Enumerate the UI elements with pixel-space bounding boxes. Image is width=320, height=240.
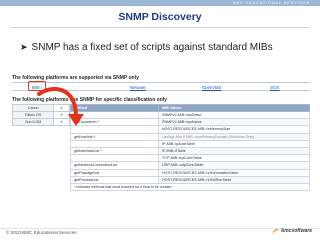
mib-cell: LanMgr-Mib-II-MIB::domPrimaryDomain (Win…	[158, 132, 310, 141]
table-row: HOST-RESOURCES-MIB::hrMemorySize	[70, 125, 310, 134]
mib-table: Method MIB Values SNMPv2-MIB::sysDescr g…	[70, 104, 310, 192]
method-cell: getProcessList	[70, 175, 159, 184]
column-header-mib: MIB Values	[158, 104, 310, 112]
mib-cell: IP-MIB::ipAddrTable	[158, 139, 310, 148]
arrow-bullet-icon: ➤	[20, 42, 28, 52]
mib-cell: HOST-RESOURCES-MIB::hrSWRunTable	[158, 175, 310, 184]
red-arrow-icon	[37, 87, 84, 126]
logo-text: bmcsoftware	[281, 228, 312, 234]
bullet-point: ➤ SNMP has a fixed set of scripts against…	[20, 42, 273, 56]
table-row: * indicates methods that must succeed fo…	[70, 182, 310, 192]
table-row: getNetworkConnectionList UDP-MIB::udpConn…	[70, 161, 310, 170]
mib-cell: TCP-MIB::tcpConnTable	[158, 154, 310, 163]
table-row: getInterfaceList * IF-MIB::ifTable	[70, 146, 310, 156]
mib-cell: HOST-RESOURCES-MIB::hrMemorySize	[158, 125, 310, 134]
bullet-text: SNMP has a fixed set of scripts against …	[31, 42, 273, 53]
tab-openvms[interactable]: OpenVMS	[202, 85, 221, 90]
copyright-text: © 2010 BMC Educational Services	[6, 230, 77, 235]
table-row: getDeviceInfo * SNMPv2-MIB::sysName	[70, 118, 310, 127]
bmc-logo: bmcsoftware	[271, 226, 312, 236]
header-band: BMC EDUCATIONAL SERVICES	[0, 0, 320, 6]
bmc-logo-icon	[272, 228, 280, 234]
table-row: getPackageList HOST-RESOURCES-MIB::hrSWIn…	[70, 168, 310, 177]
tab-zos[interactable]: z/OS	[270, 85, 279, 90]
mib-cell: SNMPv2-MIB::sysDescr	[158, 110, 310, 120]
page-title: SNMP Discovery	[118, 11, 202, 23]
method-cell	[70, 139, 159, 148]
table-footnote: * indicates methods that must succeed fo…	[70, 182, 310, 192]
method-cell: getInterfaceList *	[70, 146, 159, 156]
table-row: SNMPv2-MIB::sysDescr	[70, 110, 310, 120]
title-divider	[10, 27, 310, 28]
method-cell: getNetworkConnectionList	[70, 161, 159, 170]
method-cell: getPackageList	[70, 168, 159, 177]
method-cell	[70, 154, 159, 163]
tab-netware[interactable]: Netware	[130, 85, 146, 90]
brand-text: BMC EDUCATIONAL SERVICES	[232, 1, 310, 5]
table-row: getHostInfo * LanMgr-Mib-II-MIB::domPrima…	[70, 132, 310, 141]
mib-cell: UDP-MIB::udpConnTable	[158, 161, 310, 170]
mib-cell: HOST-RESOURCES-MIB::hrSWInstalledTable	[158, 168, 310, 177]
mib-cell: IF-MIB::ifTable	[158, 146, 310, 156]
table-row: getProcessList HOST-RESOURCES-MIB::hrSWRu…	[70, 175, 310, 184]
table-row: IP-MIB::ipAddrTable	[70, 139, 310, 148]
mib-cell: SNMPv2-MIB::sysName	[158, 118, 310, 127]
table-header-row: Method MIB Values	[70, 104, 310, 112]
table-row: TCP-MIB::tcpConnTable	[70, 154, 310, 163]
